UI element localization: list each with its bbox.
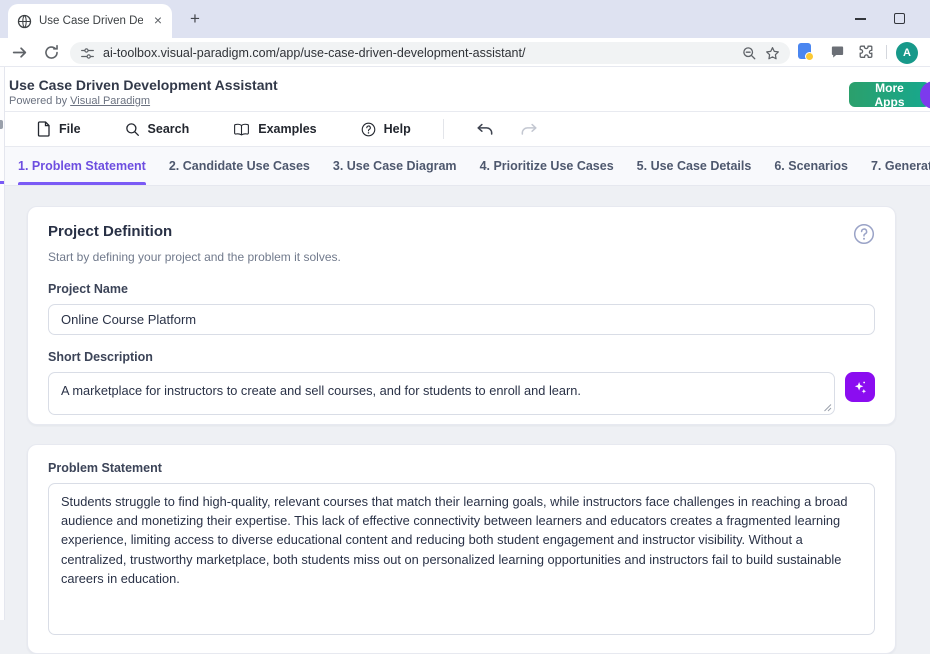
menu-file[interactable]: File (37, 121, 81, 137)
project-name-input[interactable] (48, 304, 875, 335)
menu-examples[interactable]: Examples (233, 122, 316, 137)
toolbar-separator (886, 45, 887, 59)
more-apps-button[interactable]: More Apps (849, 82, 930, 107)
tab-close-icon[interactable]: × (150, 13, 166, 29)
resize-handle-icon[interactable] (823, 403, 832, 412)
tab-prioritize-use-cases[interactable]: 4. Prioritize Use Cases (480, 147, 614, 185)
project-definition-card: Project Definition Start by defining you… (27, 206, 896, 425)
menu-file-label: File (59, 122, 81, 136)
forward-icon[interactable] (11, 44, 28, 61)
card-subtitle: Start by defining your project and the p… (48, 250, 875, 264)
sparkle-icon (851, 378, 869, 396)
browser-tabstrip: Use Case Driven Development × + (0, 0, 930, 38)
maximize-button[interactable] (894, 13, 905, 24)
minimize-button[interactable] (855, 18, 866, 20)
browser-tab[interactable]: Use Case Driven Development × (8, 4, 172, 38)
bookmark-star-icon[interactable] (765, 46, 780, 61)
new-tab-button[interactable]: + (184, 8, 206, 30)
project-name-label: Project Name (48, 282, 875, 296)
card-title: Project Definition (48, 223, 853, 240)
menu-toolbar: File Search Examples Help (0, 112, 930, 147)
reload-icon[interactable] (43, 44, 60, 61)
globe-favicon-icon (17, 14, 32, 29)
address-bar[interactable]: ai-toolbox.visual-paradigm.com/app/use-c… (70, 42, 790, 64)
file-icon (37, 121, 51, 137)
examples-book-icon (233, 122, 250, 137)
search-icon (125, 122, 140, 137)
redo-icon[interactable] (520, 123, 538, 136)
menu-examples-label: Examples (258, 122, 316, 136)
tab-title: Use Case Driven Development (39, 15, 143, 27)
tab-use-case-diagram[interactable]: 3. Use Case Diagram (333, 147, 457, 185)
site-settings-icon[interactable] (80, 46, 95, 61)
menu-separator (443, 119, 444, 139)
step-tabs: 1. Problem Statement 2. Candidate Use Ca… (0, 147, 930, 186)
problem-statement-textarea[interactable]: Students struggle to find high-quality, … (48, 483, 875, 635)
zoom-out-icon[interactable] (742, 46, 757, 61)
powered-by-prefix: Powered by (9, 95, 67, 107)
clipped-underline-fragment (0, 181, 4, 184)
short-description-label: Short Description (48, 350, 875, 364)
problem-statement-label: Problem Statement (48, 461, 875, 475)
problem-statement-card: Problem Statement Students struggle to f… (27, 444, 896, 654)
menu-search-label: Search (148, 122, 190, 136)
tab-use-case-details[interactable]: 5. Use Case Details (637, 147, 752, 185)
menu-help[interactable]: Help (361, 122, 411, 137)
help-icon (361, 122, 376, 137)
comment-extension-icon[interactable] (830, 45, 845, 60)
visual-paradigm-link[interactable]: Visual Paradigm (70, 95, 150, 107)
ai-generate-button[interactable] (845, 372, 875, 402)
tab-candidate-use-cases[interactable]: 2. Candidate Use Cases (169, 147, 310, 185)
clipped-icon-fragment (0, 120, 3, 129)
extensions-puzzle-icon[interactable] (858, 44, 874, 60)
short-description-textarea[interactable]: A marketplace for instructors to create … (48, 372, 835, 415)
powered-by: Powered by Visual Paradigm (9, 95, 150, 107)
tab-problem-statement[interactable]: 1. Problem Statement (18, 147, 146, 185)
page-left-edge-line (4, 67, 5, 620)
extension-doc-badge (805, 52, 814, 61)
menu-search[interactable]: Search (125, 122, 190, 137)
undo-icon[interactable] (476, 123, 494, 136)
page-title: Use Case Driven Development Assistant (9, 77, 278, 93)
tab-generate-report[interactable]: 7. Generate Report (871, 147, 930, 185)
active-tab-underline (18, 182, 146, 185)
tab-scenarios[interactable]: 6. Scenarios (774, 147, 848, 185)
card-help-icon[interactable] (853, 223, 875, 245)
browser-profile-avatar[interactable]: A (896, 42, 918, 64)
menu-help-label: Help (384, 122, 411, 136)
url-text[interactable]: ai-toolbox.visual-paradigm.com/app/use-c… (103, 46, 734, 60)
